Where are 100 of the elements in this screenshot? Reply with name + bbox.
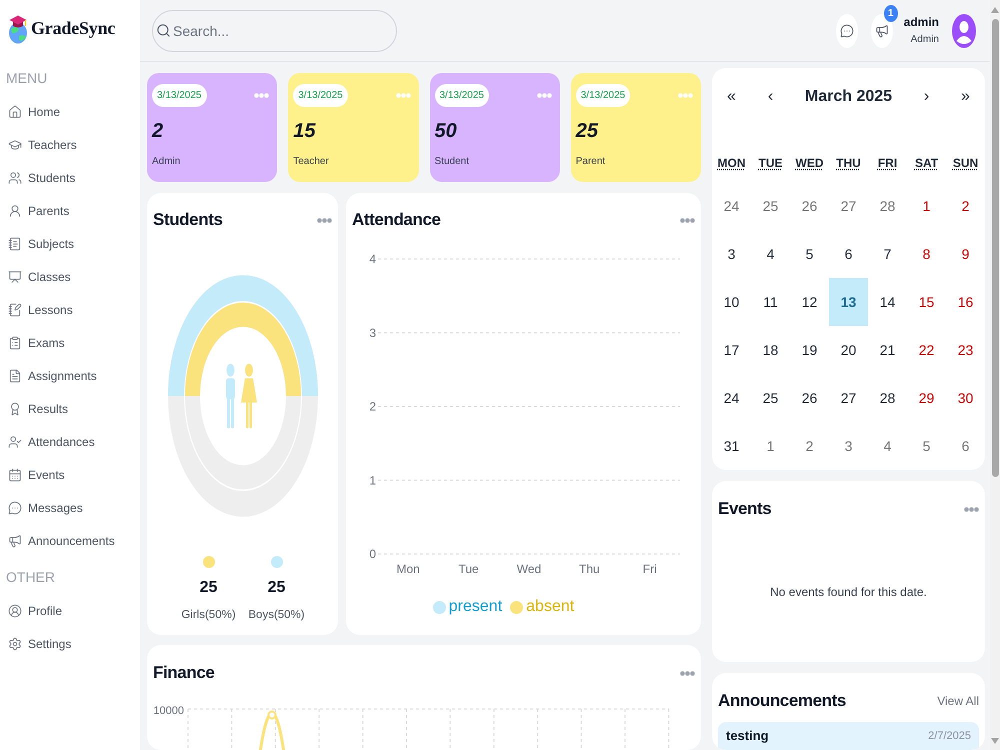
calendar-day[interactable]: 2 xyxy=(946,182,985,230)
scrollbar-thumb[interactable] xyxy=(992,19,998,477)
announcement-title: testing xyxy=(726,728,769,744)
document-icon xyxy=(8,368,22,382)
x-axis-label: Tue xyxy=(458,562,479,576)
calendar-day[interactable]: 3 xyxy=(712,230,751,278)
more-icon[interactable] xyxy=(680,670,695,676)
person-icon xyxy=(8,204,22,218)
calendar-day[interactable]: 6 xyxy=(829,230,868,278)
calendar-day[interactable]: 30 xyxy=(946,374,985,422)
calendar-day[interactable]: 6 xyxy=(946,422,985,470)
date-badge: 3/13/2025 xyxy=(576,84,630,107)
nav-item[interactable]: Announcements xyxy=(8,524,118,557)
nav-item[interactable]: Subjects xyxy=(8,227,78,260)
nav-item[interactable]: Home xyxy=(8,95,64,128)
calendar-day[interactable]: 2 xyxy=(790,422,829,470)
previous-month-button[interactable]: ‹ xyxy=(764,87,776,107)
next-year-button[interactable]: » xyxy=(958,87,973,107)
announcement-date: 2/7/2025 xyxy=(928,729,971,744)
calendar-day[interactable]: 19 xyxy=(790,326,829,374)
calendar-day[interactable]: 29 xyxy=(907,374,946,422)
calendar-day[interactable]: 20 xyxy=(829,326,868,374)
view-all-link[interactable]: View All xyxy=(937,694,979,708)
y-axis-label: 10000 xyxy=(153,705,184,717)
calendar-day[interactable]: 28 xyxy=(868,182,907,230)
more-icon[interactable] xyxy=(680,218,695,222)
nav-item[interactable]: Students xyxy=(8,161,78,194)
y-axis-label: 2 xyxy=(369,400,376,414)
calendar-day[interactable]: 7 xyxy=(868,230,907,278)
calendar-day[interactable]: 16 xyxy=(946,278,985,326)
calendar-day[interactable]: 18 xyxy=(751,326,790,374)
group-label: Boys(50%) xyxy=(248,608,305,622)
nav-item[interactable]: Exams xyxy=(8,326,68,359)
messages-button[interactable] xyxy=(836,14,858,48)
clipboard-icon xyxy=(8,336,22,350)
y-axis-label: 3 xyxy=(369,326,376,340)
nav-item[interactable]: Profile xyxy=(8,594,66,627)
nav-item[interactable]: Teachers xyxy=(8,128,80,161)
house-icon xyxy=(8,104,22,118)
calendar-day[interactable]: 22 xyxy=(907,326,946,374)
user-avatar-icon[interactable] xyxy=(952,14,976,48)
stat-label: Teacher xyxy=(293,156,329,168)
more-icon[interactable] xyxy=(536,93,552,98)
next-month-button[interactable]: › xyxy=(920,87,932,107)
page-scrollbar[interactable] xyxy=(990,0,1000,750)
y-axis-label: 0 xyxy=(369,547,376,561)
calendar-day[interactable]: 5 xyxy=(790,230,829,278)
search-field[interactable]: Search... xyxy=(152,10,397,52)
calendar-day[interactable]: 26 xyxy=(790,182,829,230)
nav-item[interactable]: Assignments xyxy=(8,359,100,392)
scroll-down-icon[interactable] xyxy=(991,738,999,744)
more-icon[interactable] xyxy=(317,218,332,222)
calendar-day[interactable]: 27 xyxy=(829,374,868,422)
calendar-day[interactable]: 4 xyxy=(868,422,907,470)
calendar-day[interactable]: 28 xyxy=(868,374,907,422)
more-icon[interactable] xyxy=(964,506,979,512)
nav-item[interactable]: Classes xyxy=(8,260,74,293)
calendar-day[interactable]: 12 xyxy=(790,278,829,326)
calendar-day[interactable]: 17 xyxy=(712,326,751,374)
weekday-label: SUN xyxy=(952,155,978,172)
calendar-day[interactable]: 25 xyxy=(751,374,790,422)
announcement-item[interactable]: testing 2/7/2025 xyxy=(718,722,979,750)
previous-year-button[interactable]: « xyxy=(724,87,739,107)
calendar-day[interactable]: 31 xyxy=(712,422,751,470)
calendar-day[interactable]: 10 xyxy=(712,278,751,326)
nav-item[interactable]: Events xyxy=(8,458,68,491)
calendar-day[interactable]: 8 xyxy=(907,230,946,278)
users-icon xyxy=(8,170,22,184)
calendar-day[interactable]: 26 xyxy=(790,374,829,422)
more-icon[interactable] xyxy=(678,93,693,98)
more-icon[interactable] xyxy=(396,93,410,98)
scroll-up-icon[interactable] xyxy=(991,7,999,13)
nav-item[interactable]: Messages xyxy=(8,491,86,524)
male-figure-icon xyxy=(226,364,234,428)
nav-item[interactable]: Results xyxy=(8,392,72,425)
date-badge: 3/13/2025 xyxy=(152,84,206,107)
nav-item[interactable]: Settings xyxy=(8,627,74,660)
calendar-day[interactable]: 15 xyxy=(907,278,946,326)
nav-item[interactable]: Parents xyxy=(8,194,72,227)
award-icon xyxy=(8,402,22,416)
calendar-day[interactable]: 24 xyxy=(712,374,751,422)
calendar-day[interactable]: 23 xyxy=(946,326,985,374)
nav-item[interactable]: Attendances xyxy=(8,425,98,458)
calendar-day[interactable]: 25 xyxy=(751,182,790,230)
calendar-day[interactable]: 14 xyxy=(868,278,907,326)
more-icon[interactable] xyxy=(254,93,270,98)
calendar-day[interactable]: 4 xyxy=(751,230,790,278)
chat-bubble-icon xyxy=(8,500,22,514)
calendar-day[interactable]: 9 xyxy=(946,230,985,278)
calendar-day[interactable]: 13 xyxy=(829,278,868,326)
calendar-day[interactable]: 5 xyxy=(907,422,946,470)
nav-item[interactable]: Lessons xyxy=(8,293,76,326)
calendar-day[interactable]: 24 xyxy=(712,182,751,230)
calendar-day[interactable]: 11 xyxy=(751,278,790,326)
calendar-day[interactable]: 3 xyxy=(829,422,868,470)
calendar-day[interactable]: 1 xyxy=(907,182,946,230)
stat-count: 25 xyxy=(576,119,598,143)
calendar-day[interactable]: 27 xyxy=(829,182,868,230)
calendar-day[interactable]: 21 xyxy=(868,326,907,374)
calendar-day[interactable]: 1 xyxy=(751,422,790,470)
